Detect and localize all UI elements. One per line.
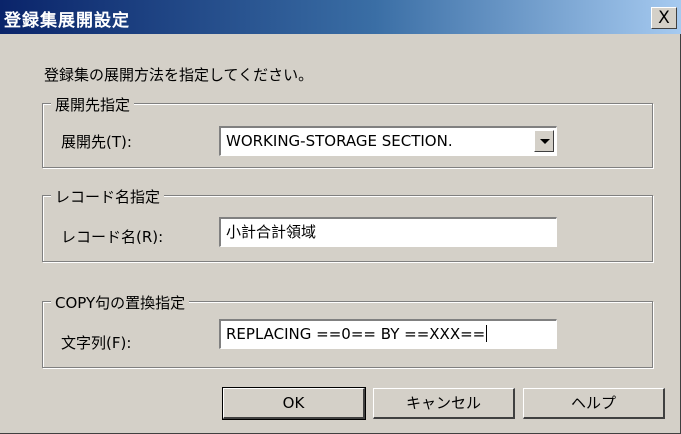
record-name-label: レコード名(R): [61,228,164,246]
cancel-button[interactable]: キャンセル [373,388,515,419]
title-bar[interactable]: 登録集展開設定 X [0,0,681,34]
destination-dropdown[interactable]: WORKING-STORAGE SECTION. [219,126,557,156]
copy-replace-group-legend: COPY句の置換指定 [51,292,190,313]
copy-replace-group: COPY句の置換指定 文字列(F): REPLACING ==0== BY ==… [42,292,653,368]
replace-string-input[interactable]: REPLACING ==0== BY ==XXX== [219,319,557,349]
replace-string-value: REPLACING ==0== BY ==XXX== [226,325,486,343]
destination-label: 展開先(T): [61,133,132,151]
destination-group-legend: 展開先指定 [51,94,135,115]
record-name-input[interactable]: 小計合計領域 [219,217,557,247]
close-button[interactable]: X [651,7,677,29]
close-icon: X [658,8,670,28]
help-button[interactable]: ヘルプ [523,388,665,419]
ok-button[interactable]: OK [222,387,366,420]
record-name-group: レコード名指定 レコード名(R): 小計合計領域 [42,186,653,262]
destination-selected-value: WORKING-STORAGE SECTION. [226,132,453,150]
replace-string-label: 文字列(F): [61,334,132,352]
window-title: 登録集展開設定 [4,11,130,31]
record-name-group-legend: レコード名指定 [51,186,165,207]
chevron-down-icon[interactable] [534,130,554,152]
destination-group: 展開先指定 展開先(T): WORKING-STORAGE SECTION. [42,94,653,168]
instruction-text: 登録集の展開方法を指定してください。 [44,66,314,84]
dialog-window: 登録集展開設定 X 登録集の展開方法を指定してください。 展開先指定 展開先(T… [0,0,681,434]
text-caret [486,325,488,342]
